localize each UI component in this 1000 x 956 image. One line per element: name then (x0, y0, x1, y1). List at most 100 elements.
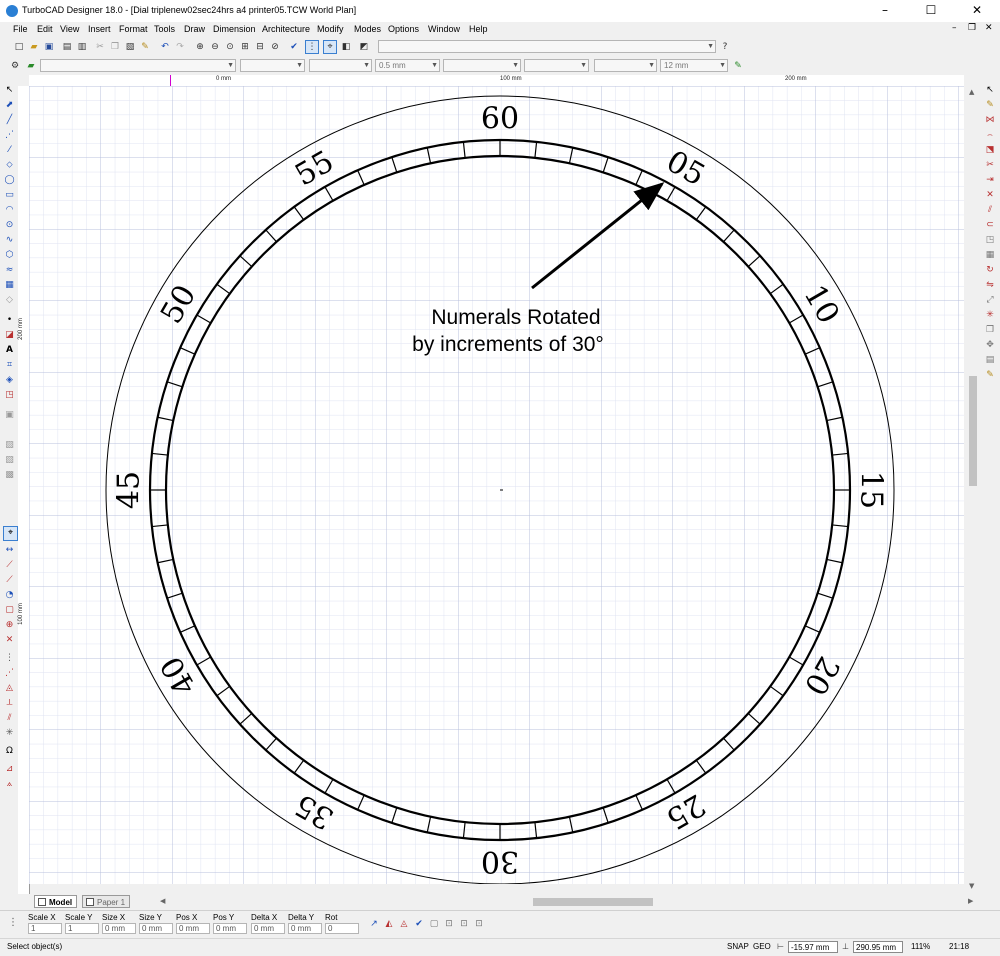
tab-model[interactable]: Model (34, 895, 78, 908)
fillet-icon[interactable]: ⌢ (983, 129, 997, 142)
view-tool-icon[interactable]: ◳ (3, 389, 16, 402)
paste-icon[interactable]: ▧ (123, 40, 137, 54)
color-dropdown[interactable]: ▼ (40, 59, 236, 72)
menu-edit[interactable]: Edit (37, 24, 53, 34)
join-icon[interactable]: ⋈ (983, 114, 997, 127)
line-width-dropdown[interactable]: 0.5 mm ▼ (375, 59, 440, 72)
snap-parallel-icon[interactable]: ⫽ (3, 712, 16, 725)
delta-x-field[interactable]: 0 mm (251, 923, 285, 934)
ellipse-tool-icon[interactable]: ⊙ (3, 219, 16, 232)
menu-architecture[interactable]: Architecture (262, 24, 310, 34)
break-icon[interactable]: ⫽ (983, 204, 997, 217)
snap-nearest-icon[interactable]: ⟋ (3, 559, 16, 572)
trim-icon[interactable]: ✂ (983, 159, 997, 172)
scroll-right-icon[interactable]: ▶ (968, 897, 973, 905)
layers-icon[interactable]: ◧ (339, 40, 353, 54)
mdi-close-button[interactable]: ✕ (985, 23, 993, 33)
new-file-icon[interactable]: □ (12, 40, 26, 54)
reshape-icon[interactable]: ⬈ (3, 99, 16, 112)
double-line-icon[interactable]: ⁄ (3, 144, 16, 157)
block-icon[interactable]: ▩ (3, 469, 16, 482)
tab-paper[interactable]: Paper 1 (82, 895, 131, 908)
help-pointer-icon[interactable]: ? (718, 40, 732, 54)
edit-tool-icon[interactable]: ✎ (983, 99, 997, 112)
snap-middle-icon[interactable]: ⟋ (3, 574, 16, 587)
array-icon[interactable]: ▦ (983, 249, 997, 262)
inspector-option2-icon[interactable]: ⊡ (457, 917, 471, 931)
turbocad-app-icon[interactable] (6, 5, 18, 17)
open-folder-icon[interactable]: ▰ (27, 40, 41, 54)
chamfer-icon[interactable]: ⬔ (983, 144, 997, 157)
snap-any-icon[interactable]: ✳ (3, 727, 16, 740)
drawing-canvas[interactable]: 60 05 10 15 20 25 30 35 40 45 50 55 Nume… (29, 86, 964, 884)
rot-field[interactable]: 0 (325, 923, 359, 934)
snap-mode-icon[interactable]: ⌖ (3, 526, 18, 541)
stretch-icon[interactable]: ◳ (983, 234, 997, 247)
measure-right-icon[interactable]: ✎ (983, 369, 997, 382)
rotate-icon[interactable]: ↻ (983, 264, 997, 277)
world-transform-icon[interactable]: ◬ (397, 917, 411, 931)
menu-tools[interactable]: Tools (154, 24, 175, 34)
zoom-window-icon[interactable]: ⊙ (223, 40, 237, 54)
insert-symbol-icon[interactable]: ◪ (3, 329, 16, 342)
scroll-up-icon[interactable]: ▲ (969, 88, 974, 96)
scale-x-field[interactable]: 1 (28, 923, 62, 934)
3d-object-icon[interactable]: ◈ (3, 374, 16, 387)
measure-icon[interactable]: ⟑ (3, 778, 16, 791)
snap-center-icon[interactable]: ◔ (3, 589, 16, 602)
snap-quadrant-icon[interactable]: ▢ (3, 604, 16, 617)
copy-icon[interactable]: ❐ (108, 40, 122, 54)
delta-y-field[interactable]: 0 mm (288, 923, 322, 934)
mirror-icon[interactable]: ⇋ (983, 279, 997, 292)
magnet-snap-icon[interactable]: Ω (3, 745, 16, 758)
menu-insert[interactable]: Insert (88, 24, 111, 34)
x-coordinate-field[interactable]: -15.97 mm (788, 941, 838, 953)
layer-dropdown[interactable]: ▼ (378, 40, 716, 53)
menu-format[interactable]: Format (119, 24, 148, 34)
select-pointer-icon[interactable]: ↖ (983, 84, 997, 97)
local-transform-icon[interactable]: ↗ (367, 917, 381, 931)
apply-transform-icon[interactable]: ✔ (412, 917, 426, 931)
mdi-minimize-button[interactable]: – (952, 23, 957, 33)
pos-x-field[interactable]: 0 mm (176, 923, 210, 934)
snap-arc-icon[interactable]: ◬ (3, 682, 16, 695)
font-dropdown[interactable]: ▼ (443, 59, 521, 72)
geo-indicator[interactable]: GEO (753, 942, 771, 951)
menu-draw[interactable]: Draw (184, 24, 205, 34)
zoom-all-icon[interactable]: ⊟ (253, 40, 267, 54)
extend-icon[interactable]: ⇥ (983, 174, 997, 187)
image-tool-icon[interactable]: ▣ (3, 409, 16, 422)
size-y-field[interactable]: 0 mm (139, 923, 173, 934)
menu-modes[interactable]: Modes (354, 24, 381, 34)
scale-y-field[interactable]: 1 (65, 923, 99, 934)
line-style-dropdown[interactable]: ▼ (240, 59, 305, 72)
align-right-icon[interactable]: ▤ (983, 354, 997, 367)
scroll-left-icon[interactable]: ◀ (160, 897, 165, 905)
vertical-scroll-thumb[interactable] (969, 376, 977, 486)
zoom-out-icon[interactable]: ⊖ (208, 40, 222, 54)
pos-y-field[interactable]: 0 mm (213, 923, 247, 934)
menu-file[interactable]: File (13, 24, 28, 34)
undo-icon[interactable]: ↶ (158, 40, 172, 54)
text-style-dropdown[interactable]: ▼ (594, 59, 657, 72)
snap-vertex-icon[interactable]: ↔ (3, 544, 16, 557)
dimension-tool-icon[interactable]: ⌗ (3, 359, 16, 372)
line-tool-icon[interactable]: ╱ (3, 114, 16, 127)
inspector-option1-icon[interactable]: ⊡ (442, 917, 456, 931)
scale-icon[interactable]: ⤢ (983, 294, 997, 307)
copy-modify-icon[interactable]: ❐ (983, 324, 997, 337)
point-tool-icon[interactable]: • (3, 314, 16, 327)
menu-options[interactable]: Options (388, 24, 419, 34)
properties-icon[interactable]: ◩ (357, 40, 371, 54)
curve-tool-icon[interactable]: ∿ (3, 234, 16, 247)
polygon-tool-icon[interactable]: ⬡ (3, 249, 16, 262)
pen-dropdown[interactable]: ▼ (309, 59, 372, 72)
arc-tool-icon[interactable]: ◠ (3, 204, 16, 217)
size-x-field[interactable]: 0 mm (102, 923, 136, 934)
layer-manager-icon[interactable]: ▰ (24, 59, 38, 73)
select-mode-icon[interactable]: ⌖ (323, 40, 337, 54)
zoom-in-icon[interactable]: ⊕ (193, 40, 207, 54)
snap-intersection-icon[interactable]: ⊕ (3, 619, 16, 632)
print-icon[interactable]: ▤ (60, 40, 74, 54)
horizontal-scroll-thumb[interactable] (533, 898, 653, 906)
